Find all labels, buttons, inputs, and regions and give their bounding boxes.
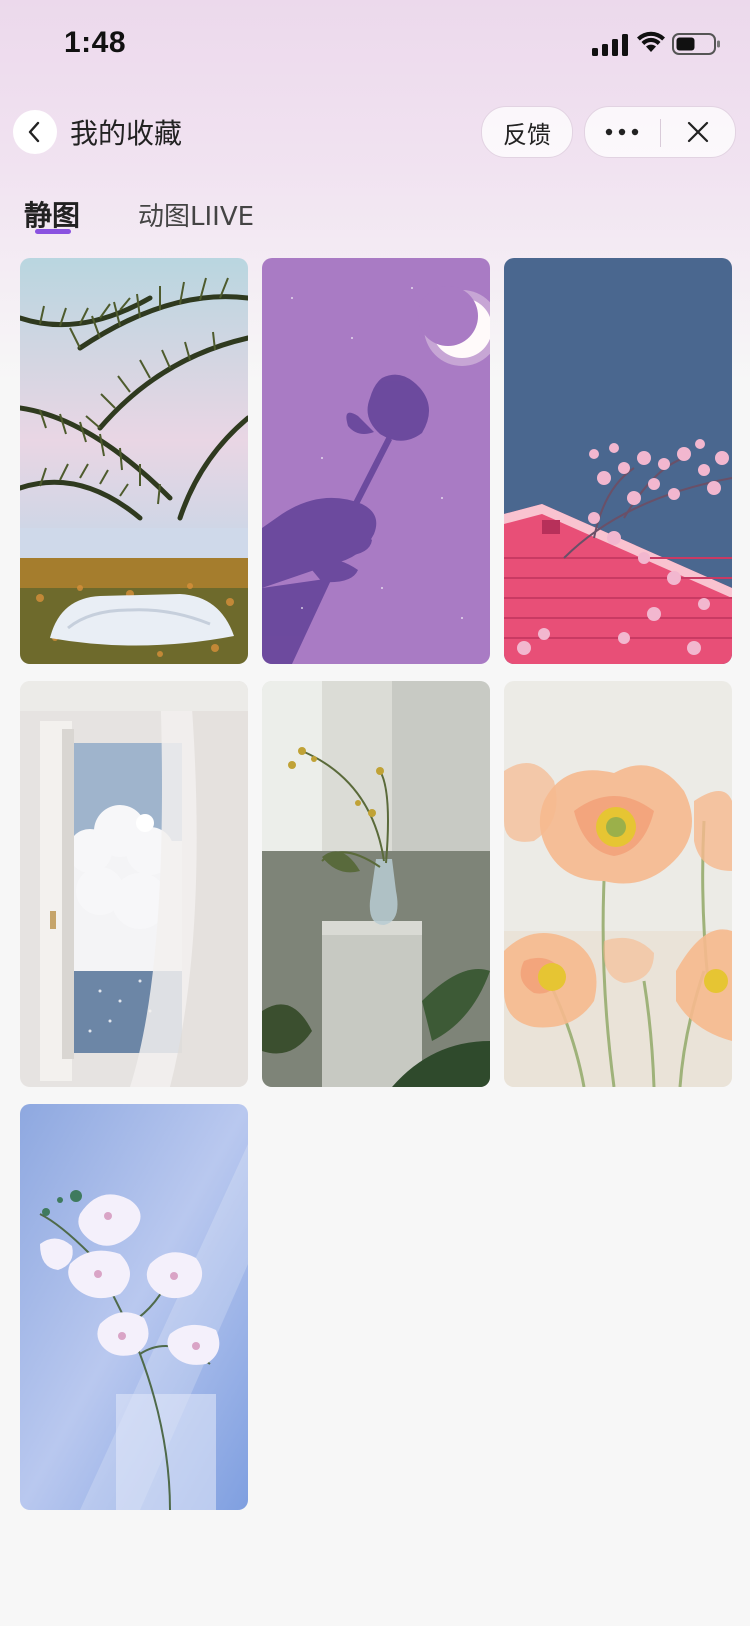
- status-time: 1:48: [64, 26, 127, 59]
- wallpaper-card[interactable]: [262, 258, 490, 664]
- more-button[interactable]: [585, 107, 659, 157]
- close-icon: [687, 121, 709, 143]
- wallpaper-image-purple-rose: [262, 258, 490, 664]
- wallpaper-card[interactable]: [262, 681, 490, 1087]
- mini-program-capsule: [584, 106, 736, 158]
- wallpaper-image-pink-house: [504, 258, 732, 664]
- tab-static-images[interactable]: 静图: [24, 194, 80, 234]
- cellular-signal-icon: [592, 34, 628, 56]
- wallpaper-card[interactable]: [504, 258, 732, 664]
- back-button[interactable]: [13, 110, 57, 154]
- status-bar: 1:48: [0, 0, 750, 90]
- wallpaper-image-vase-shadow: [262, 681, 490, 1087]
- page-title: 我的收藏: [70, 117, 183, 150]
- close-button[interactable]: [661, 107, 735, 157]
- chevron-left-icon: [28, 121, 40, 143]
- battery-icon: [672, 33, 720, 55]
- wallpaper-card[interactable]: [504, 681, 732, 1087]
- feedback-button[interactable]: 反馈: [481, 106, 573, 158]
- wallpaper-image-palm-beach: [20, 258, 248, 664]
- wifi-icon: [637, 31, 665, 52]
- active-tab-indicator: [35, 229, 71, 234]
- tab-live-images[interactable]: 动图LIIVE: [138, 196, 254, 233]
- wallpaper-image-white-orchid: [20, 1104, 248, 1510]
- more-dots-icon: [605, 128, 639, 136]
- wallpaper-image-window-clouds: [20, 681, 248, 1087]
- wallpaper-card[interactable]: [20, 258, 248, 664]
- wallpaper-card[interactable]: [20, 1104, 248, 1510]
- wallpaper-image-peach-poppies: [504, 681, 732, 1087]
- wallpaper-card[interactable]: [20, 681, 248, 1087]
